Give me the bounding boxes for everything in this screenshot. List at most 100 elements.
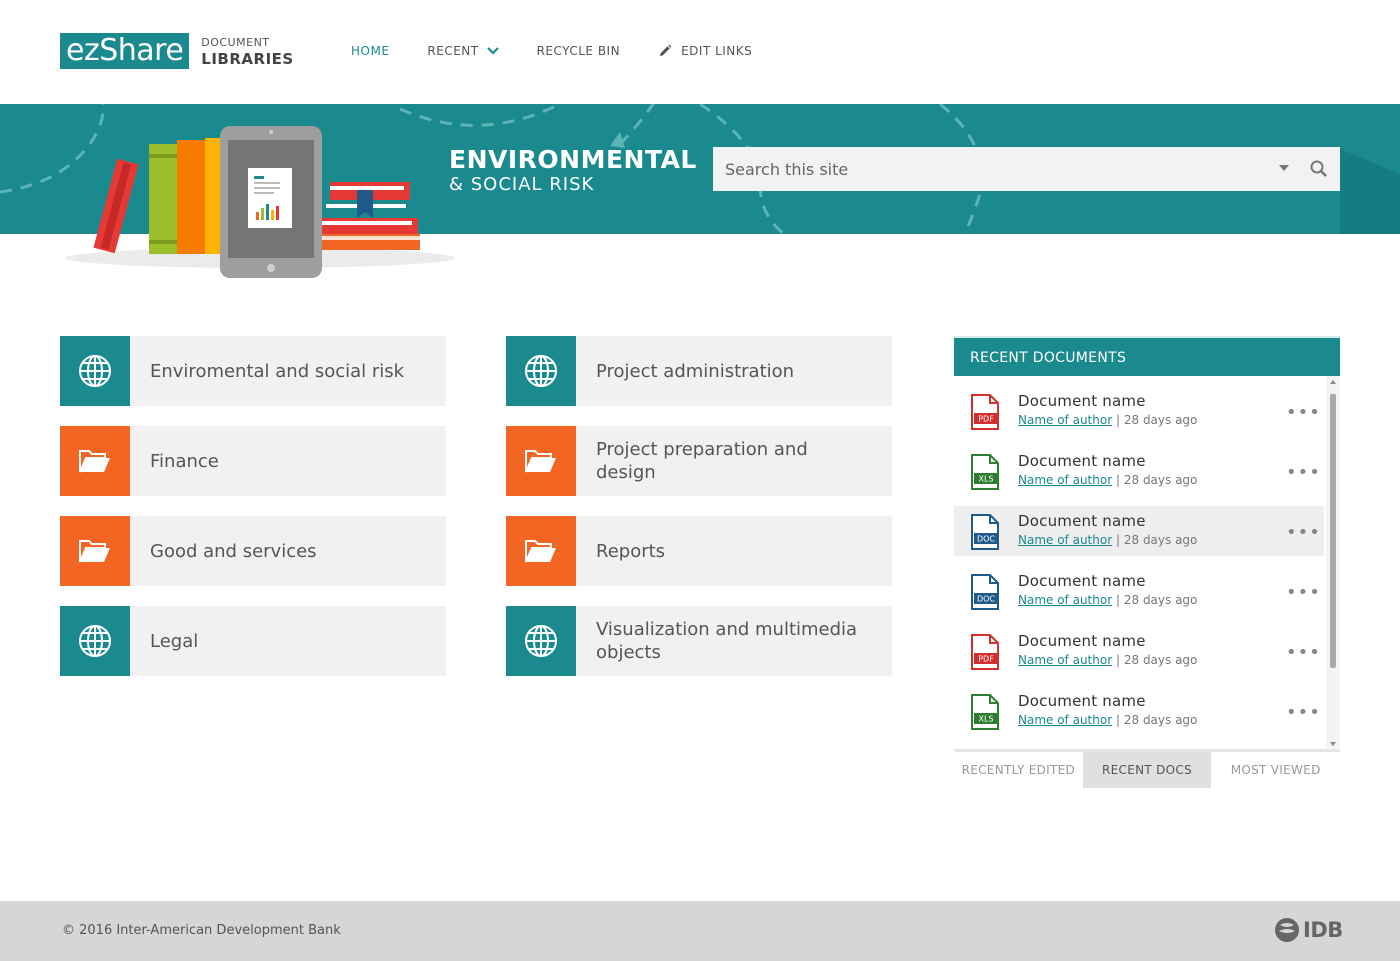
svg-text:DOC: DOC: [977, 595, 995, 604]
library-tile-visualization[interactable]: Visualization and multimedia objects: [506, 606, 892, 676]
scroll-up-icon[interactable]: [1330, 380, 1336, 384]
search-box: [713, 147, 1340, 191]
list-item[interactable]: XLS Document name Name of author | 28 da…: [954, 446, 1324, 496]
author-link[interactable]: Name of author: [1018, 533, 1112, 547]
more-options-icon[interactable]: •••: [1286, 402, 1321, 423]
meta-separator: |: [1115, 533, 1121, 547]
globe-icon: [525, 355, 557, 387]
library-tile-finance[interactable]: Finance: [60, 426, 446, 496]
list-item[interactable]: XLS Document name Name of author | 28 da…: [954, 686, 1324, 736]
pdf-file-icon: PDF: [971, 634, 999, 670]
document-meta: Name of author | 28 days ago: [1018, 593, 1197, 607]
tile-label: Project preparation and design: [596, 439, 808, 483]
tile-label: Reports: [596, 540, 666, 562]
nav-home-label: HOME: [351, 44, 390, 58]
nav-recycle-label: RECYCLE BIN: [536, 44, 621, 58]
library-tile-reports[interactable]: Reports: [506, 516, 892, 586]
author-link[interactable]: Name of author: [1018, 653, 1112, 667]
tile-icon-bg: [60, 606, 130, 676]
document-meta: Name of author | 28 days ago: [1018, 713, 1197, 727]
meta-separator: |: [1115, 713, 1121, 727]
library-tile-project-preparation[interactable]: Project preparation and design: [506, 426, 892, 496]
tile-label: Finance: [150, 450, 219, 472]
logo[interactable]: ezShare DOCUMENT LIBRARIES: [60, 33, 294, 69]
tile-label: Legal: [150, 630, 199, 652]
pencil-icon: [660, 44, 672, 56]
document-name[interactable]: Document name: [1018, 692, 1146, 710]
idb-logo: IDB: [1274, 917, 1343, 943]
tile-icon-bg: [506, 606, 576, 676]
list-item[interactable]: PDF Document name Name of author | 28 da…: [954, 386, 1324, 436]
author-link[interactable]: Name of author: [1018, 713, 1112, 727]
books-tablet-illustration: [65, 126, 455, 278]
idb-logo-text: IDB: [1303, 918, 1343, 942]
library-tile-goods-services[interactable]: Good and services: [60, 516, 446, 586]
list-item[interactable]: DOC Document name Name of author | 28 da…: [954, 506, 1324, 556]
folder-icon: [525, 540, 556, 563]
document-name[interactable]: Document name: [1018, 512, 1146, 530]
search-input[interactable]: [713, 159, 1253, 179]
svg-text:PDF: PDF: [978, 415, 994, 424]
svg-text:DOC: DOC: [977, 535, 995, 544]
doc-file-icon: DOC: [971, 574, 999, 610]
list-item[interactable]: DOC Document name Name of author | 28 da…: [954, 566, 1324, 616]
document-meta: Name of author | 28 days ago: [1018, 533, 1197, 547]
footer: © 2016 Inter-American Development Bank I…: [0, 901, 1400, 961]
site-title: ENVIRONMENTAL & SOCIAL RISK: [449, 146, 697, 196]
author-link[interactable]: Name of author: [1018, 593, 1112, 607]
nav-home[interactable]: HOME: [351, 44, 389, 58]
logo-subtitle: DOCUMENT LIBRARIES: [201, 36, 293, 67]
scroll-down-icon[interactable]: [1330, 742, 1336, 746]
document-name[interactable]: Document name: [1018, 452, 1146, 470]
document-name[interactable]: Document name: [1018, 572, 1146, 590]
document-time: 28 days ago: [1123, 653, 1198, 667]
library-tile-legal[interactable]: Legal: [60, 606, 446, 676]
top-nav: HOME RECENT RECYCLE BIN EDIT LINKS: [351, 44, 790, 58]
meta-separator: |: [1115, 473, 1121, 487]
site-title-main: ENVIRONMENTAL: [449, 145, 697, 174]
logo-mark: ezShare: [60, 33, 190, 69]
library-tile-project-administration[interactable]: Project administration: [506, 336, 892, 406]
scrollbar[interactable]: [1326, 376, 1340, 749]
library-tile-environmental[interactable]: Enviromental and social risk: [60, 336, 446, 406]
more-options-icon[interactable]: •••: [1286, 462, 1321, 483]
document-time: 28 days ago: [1123, 533, 1198, 547]
logo-line-1: DOCUMENT: [201, 36, 270, 49]
pdf-file-icon: PDF: [971, 394, 999, 430]
svg-text:XLS: XLS: [978, 475, 993, 484]
nav-recycle-bin[interactable]: RECYCLE BIN: [537, 44, 620, 58]
recent-documents-panel: RECENT DOCUMENTS PDF Document name Name …: [954, 336, 1340, 788]
more-options-icon[interactable]: •••: [1286, 582, 1321, 603]
author-link[interactable]: Name of author: [1018, 473, 1112, 487]
nav-edit-label: EDIT LINKS: [681, 44, 753, 58]
globe-icon: [79, 625, 111, 657]
tab-most-viewed[interactable]: MOST VIEWED: [1211, 752, 1340, 788]
more-options-icon[interactable]: •••: [1286, 642, 1321, 663]
tile-icon-bg: [506, 426, 576, 496]
folder-icon: [79, 540, 110, 563]
more-options-icon[interactable]: •••: [1286, 702, 1321, 723]
nav-recent[interactable]: RECENT: [427, 44, 499, 58]
tile-icon-bg: [60, 426, 130, 496]
document-name[interactable]: Document name: [1018, 632, 1146, 650]
list-item[interactable]: PDF Document name Name of author | 28 da…: [954, 626, 1324, 676]
meta-separator: |: [1115, 593, 1121, 607]
search-scope-dropdown-icon[interactable]: [1279, 165, 1289, 171]
tab-recent-docs[interactable]: RECENT DOCS: [1082, 752, 1212, 788]
search-icon[interactable]: [1309, 159, 1329, 179]
site-title-sub: & SOCIAL RISK: [449, 174, 595, 195]
header: ezShare DOCUMENT LIBRARIES HOME RECENT R…: [0, 0, 1400, 104]
more-options-icon[interactable]: •••: [1286, 522, 1321, 543]
tab-recently-edited[interactable]: RECENTLY EDITED: [954, 752, 1083, 788]
document-meta: Name of author | 28 days ago: [1018, 653, 1197, 667]
tile-label: Enviromental and social risk: [150, 360, 405, 382]
document-meta: Name of author | 28 days ago: [1018, 413, 1197, 427]
nav-edit-links[interactable]: EDIT LINKS: [658, 44, 752, 58]
doc-file-icon: DOC: [971, 514, 999, 550]
recent-documents-tabs: RECENTLY EDITED RECENT DOCS MOST VIEWED: [954, 752, 1340, 788]
scrollbar-thumb[interactable]: [1330, 394, 1336, 668]
author-link[interactable]: Name of author: [1018, 413, 1112, 427]
document-name[interactable]: Document name: [1018, 392, 1146, 410]
svg-text:PDF: PDF: [978, 655, 994, 664]
tile-label: Project administration: [596, 360, 795, 382]
